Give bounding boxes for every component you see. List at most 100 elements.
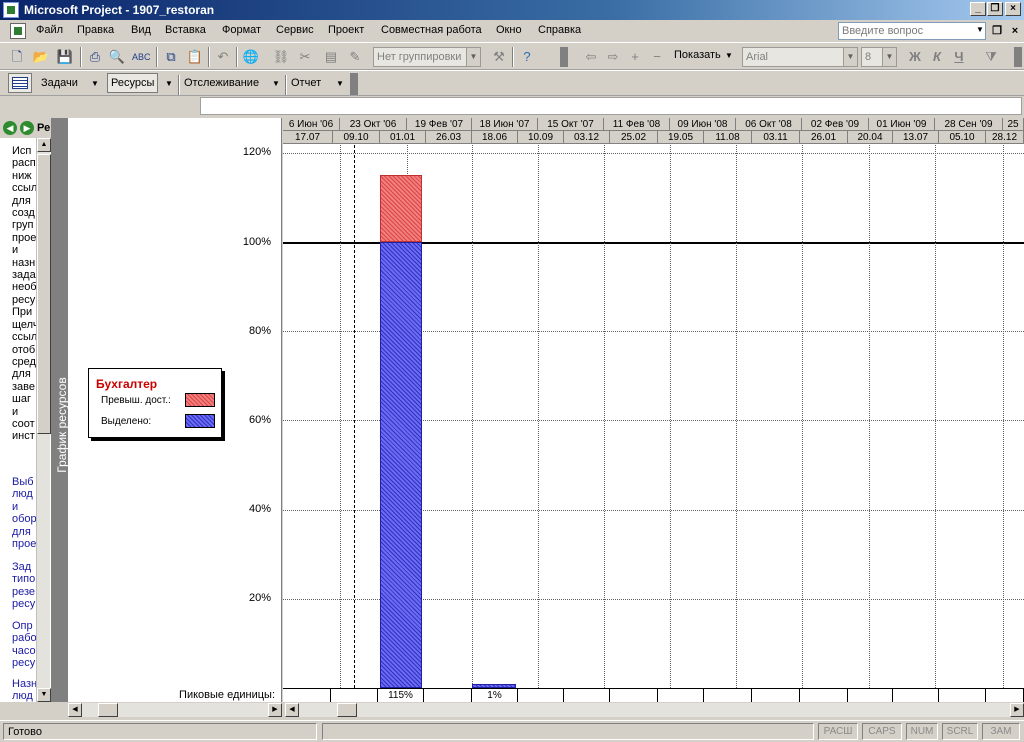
menu-view[interactable]: Вид	[131, 24, 151, 36]
hammer-icon[interactable]: ⚒	[490, 48, 508, 66]
paste-icon[interactable]: 📋	[186, 48, 204, 66]
peak-units-cell	[564, 689, 610, 702]
tasks-button[interactable]: Задачи	[41, 77, 78, 89]
entry-bar[interactable]	[200, 97, 1022, 115]
close-button[interactable]: ×	[1005, 2, 1021, 16]
tracking-button[interactable]: Отслеживание	[184, 77, 259, 89]
left-panel-hscrollbar[interactable]: ◀ ▶	[68, 703, 282, 717]
side-link-reserve-types[interactable]: Зад типо резе ресу	[12, 561, 35, 611]
hide-subtasks-icon[interactable]: −	[648, 48, 666, 66]
grid-line	[869, 145, 870, 688]
toolbar-grip[interactable]	[560, 47, 568, 67]
y-tick-label: 20%	[248, 592, 271, 604]
project-guide-pane: ◀ ▶ Ре Исп расп ниж ссыл для созд груп п…	[0, 118, 52, 702]
font-value: Arial	[746, 51, 769, 63]
report-dropdown-icon[interactable]: ▼	[336, 79, 344, 88]
side-pane-scrollbar[interactable]: ▲ ▼	[36, 138, 51, 702]
print-icon[interactable]: ⎙	[86, 48, 104, 66]
open-icon[interactable]: 📂	[32, 48, 50, 66]
peak-units-cell	[752, 689, 800, 702]
timescale-major-cell: 01 Июн '09	[869, 118, 935, 131]
timescale-minor-cell: 19.05	[658, 131, 704, 144]
spelling-icon[interactable]: ABC	[132, 48, 151, 66]
scroll-up-icon[interactable]: ▲	[37, 138, 51, 152]
project-app-icon[interactable]	[3, 2, 19, 18]
scroll-left-icon[interactable]: ◀	[68, 703, 82, 717]
forward-icon[interactable]: ▶	[20, 121, 34, 135]
scrollbar-thumb[interactable]	[98, 703, 118, 717]
menu-window[interactable]: Окно	[496, 24, 522, 36]
menu-tools[interactable]: Сервис	[276, 24, 314, 36]
minimize-button[interactable]: _	[970, 2, 986, 16]
peak-units-cell	[939, 689, 986, 702]
menu-insert[interactable]: Вставка	[165, 24, 206, 36]
task-info-icon[interactable]: ▤	[322, 48, 340, 66]
help-question-input[interactable]: Введите вопрос	[838, 22, 986, 40]
scroll-right-icon[interactable]: ⇨	[604, 48, 622, 66]
window-title: Microsoft Project - 1907_restoran	[24, 3, 215, 17]
toolbar-grip[interactable]	[1014, 47, 1022, 67]
save-icon[interactable]: 💾	[56, 48, 74, 66]
menu-project[interactable]: Проект	[328, 24, 364, 36]
back-icon[interactable]: ◀	[3, 121, 17, 135]
scrollbar-thumb[interactable]	[337, 703, 357, 717]
peak-units-cell	[800, 689, 848, 702]
menu-collaborate[interactable]: Совместная работа	[381, 24, 482, 36]
font-size-select[interactable]: 8 ▼	[861, 47, 897, 67]
scrollbar-thumb[interactable]	[37, 154, 51, 434]
help-dropdown-icon[interactable]: ▼	[976, 25, 984, 34]
timescale-major-cell: 18 Июн '07	[472, 118, 538, 131]
scroll-down-icon[interactable]: ▼	[37, 688, 51, 702]
help-icon[interactable]: ?	[518, 48, 536, 66]
project-guide-toolbar: Задачи ▼ Ресурсы ▼ Отслеживание ▼ Отчет …	[0, 70, 1024, 96]
legend-overallocated-label: Превыш. дост.:	[101, 395, 171, 406]
split-task-icon[interactable]: ✂	[296, 48, 314, 66]
toolbar-grip[interactable]	[350, 73, 358, 95]
tasks-dropdown-icon[interactable]: ▼	[91, 79, 99, 88]
side-link-select-resources[interactable]: Выб люд и обор для прое	[12, 476, 37, 550]
doc-restore-button[interactable]: ❐	[990, 24, 1004, 38]
allocated-bar[interactable]	[380, 242, 422, 688]
scroll-right-icon[interactable]: ▶	[1010, 703, 1024, 717]
side-link-working-hours[interactable]: Опр рабо часо ресу	[12, 620, 37, 670]
peak-units-cell	[424, 689, 472, 702]
menu-edit[interactable]: Правка	[77, 24, 114, 36]
new-icon[interactable]: 🗋	[8, 48, 26, 66]
doc-close-button[interactable]: ×	[1008, 24, 1022, 38]
menu-file[interactable]: Файл	[36, 24, 63, 36]
filter-icon[interactable]: ⧩	[982, 48, 1000, 66]
show-dropdown-icon[interactable]: ▼	[725, 51, 733, 60]
show-subtasks-icon[interactable]: +	[626, 48, 644, 66]
overallocated-bar[interactable]	[380, 175, 422, 242]
document-icon[interactable]	[10, 23, 26, 39]
maximize-button[interactable]: ❐	[987, 2, 1003, 16]
copy-icon[interactable]: ⧉	[162, 48, 180, 66]
project-guide-toggle[interactable]	[8, 73, 32, 93]
scroll-left-icon[interactable]: ⇦	[582, 48, 600, 66]
menu-help[interactable]: Справка	[538, 24, 581, 36]
link-tasks-icon[interactable]: ⛓	[272, 48, 290, 66]
resources-button[interactable]: Ресурсы	[107, 73, 159, 93]
print-preview-icon[interactable]: 🔍	[108, 48, 126, 66]
report-button[interactable]: Отчет	[291, 77, 321, 89]
timescale-major-cell: 15 Окт '07	[538, 118, 604, 131]
tracking-dropdown-icon[interactable]: ▼	[272, 79, 280, 88]
resources-dropdown-icon[interactable]: ▼	[165, 79, 173, 88]
resource-graph-chart[interactable]: 6 Июн '06 23 Окт '06 19 Фев '07 18 Июн '07 1…	[283, 118, 1024, 702]
hyperlink-globe-icon[interactable]: 🌐	[242, 48, 260, 66]
underline-button[interactable]: Ч	[950, 48, 968, 66]
chart-hscrollbar[interactable]: ◀ ▶	[285, 703, 1024, 717]
bold-button[interactable]: Ж	[906, 48, 924, 66]
font-select[interactable]: Arial ▼	[742, 47, 858, 67]
scroll-left-icon[interactable]: ◀	[285, 703, 299, 717]
grouping-select[interactable]: Нет группировки ▼	[373, 47, 481, 67]
show-menu-button[interactable]: Показать	[674, 49, 721, 61]
timescale-major-cell: 02 Фев '09	[802, 118, 869, 131]
italic-button[interactable]: К	[928, 48, 946, 66]
side-link-assign-people[interactable]: Назн люд	[12, 678, 37, 702]
timescale-minor-cell: 28.12	[986, 131, 1024, 144]
undo-icon[interactable]: ↶	[214, 48, 232, 66]
notes-icon[interactable]: ✎	[346, 48, 364, 66]
menu-format[interactable]: Формат	[222, 24, 261, 36]
scroll-right-icon[interactable]: ▶	[268, 703, 282, 717]
